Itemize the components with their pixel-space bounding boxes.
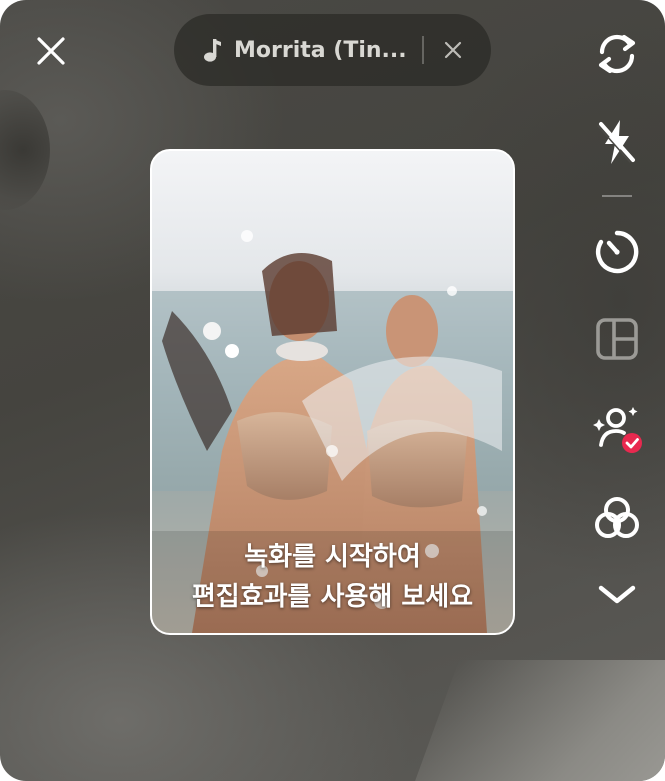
layout-icon	[596, 318, 638, 360]
effect-preview: 녹화를 시작하여 편집효과를 사용해 보세요	[150, 149, 515, 635]
flip-camera-icon	[598, 34, 636, 74]
more-tools-button[interactable]	[585, 564, 649, 624]
background-highlight	[400, 660, 665, 781]
filters-icon	[595, 497, 639, 538]
remove-sound-button[interactable]	[442, 39, 464, 61]
check-badge	[622, 433, 642, 453]
close-button[interactable]	[32, 32, 70, 70]
flash-button[interactable]	[585, 112, 649, 172]
close-icon	[444, 41, 462, 59]
sound-divider	[422, 36, 424, 64]
caption-line-1: 녹화를 시작하여	[244, 542, 421, 572]
camera-screen: Morrita (Tin... 녹화를 시작하여 편집효과를 사용해 보세요	[0, 0, 665, 781]
music-note-icon	[202, 36, 222, 64]
flip-camera-button[interactable]	[585, 24, 649, 84]
close-icon	[37, 37, 65, 65]
toolbar-divider	[602, 195, 632, 197]
chevron-down-icon	[598, 585, 636, 604]
effects-person-icon	[593, 407, 642, 453]
background-blur	[0, 90, 50, 210]
flash-off-icon	[597, 120, 635, 164]
sound-selector[interactable]: Morrita (Tin...	[174, 14, 491, 86]
timer-button[interactable]	[585, 222, 649, 282]
sound-title[interactable]: Morrita (Tin...	[234, 38, 410, 63]
preview-caption: 녹화를 시작하여 편집효과를 사용해 보세요	[152, 537, 513, 617]
effects-button[interactable]	[585, 399, 649, 459]
right-toolbar	[585, 22, 649, 642]
caption-line-2: 편집효과를 사용해 보세요	[191, 582, 474, 612]
layout-button[interactable]	[585, 309, 649, 369]
filters-button[interactable]	[585, 489, 649, 549]
timer-icon	[595, 230, 639, 274]
